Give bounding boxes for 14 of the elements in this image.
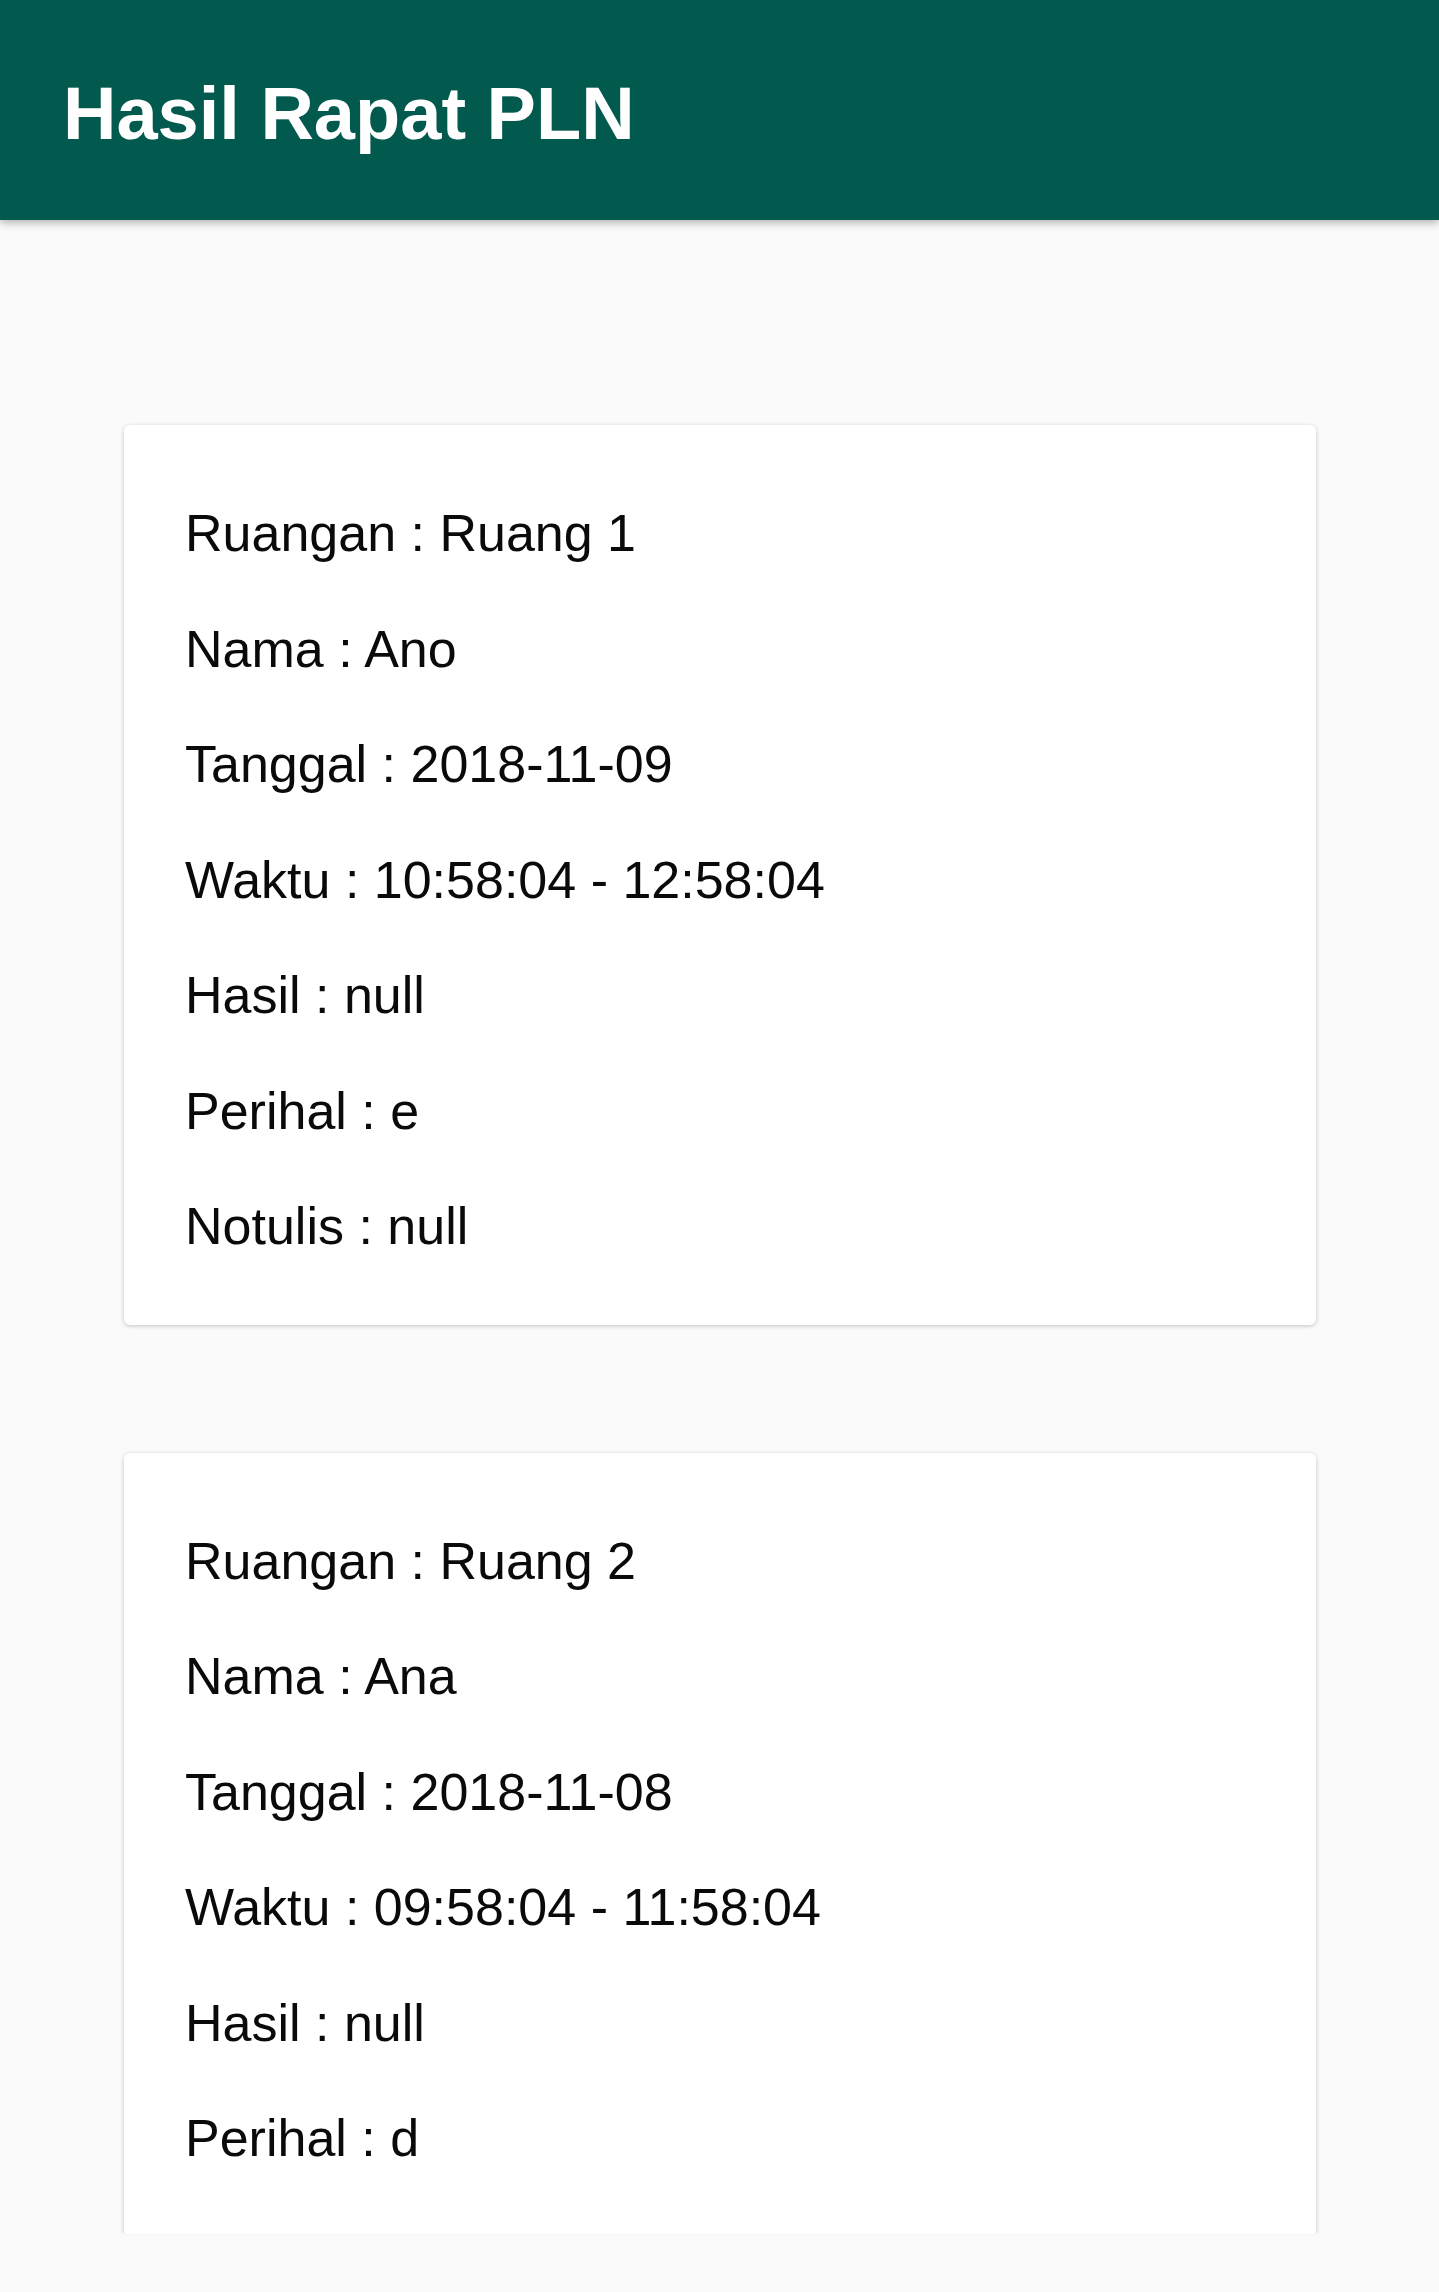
detail-text: Waktu : 10:58:04 - 12:58:04 [185, 850, 825, 911]
detail-text: Perihal : d [185, 2109, 420, 2170]
detail-text: Nama : Ano [185, 619, 457, 680]
detail-text: Notulis : null [185, 1197, 469, 1258]
detail-text: Perihal : e [185, 1081, 420, 1142]
app-title: Hasil Rapat PLN [63, 70, 635, 156]
detail-text: Hasil : null [185, 966, 425, 1027]
detail-text: Nama : Ana [185, 1647, 457, 1708]
detail-text: Waktu : 09:58:04 - 11:58:04 [185, 1878, 821, 1939]
detail-text: Hasil : null [185, 1993, 425, 2054]
detail-text: Tanggal : 2018-11-09 [185, 735, 673, 796]
detail-text: Tanggal : 2018-11-08 [185, 1762, 673, 1823]
detail-text: Ruangan : Ruang 2 [185, 1531, 636, 1592]
detail-text: Ruangan : Ruang 1 [185, 504, 636, 565]
